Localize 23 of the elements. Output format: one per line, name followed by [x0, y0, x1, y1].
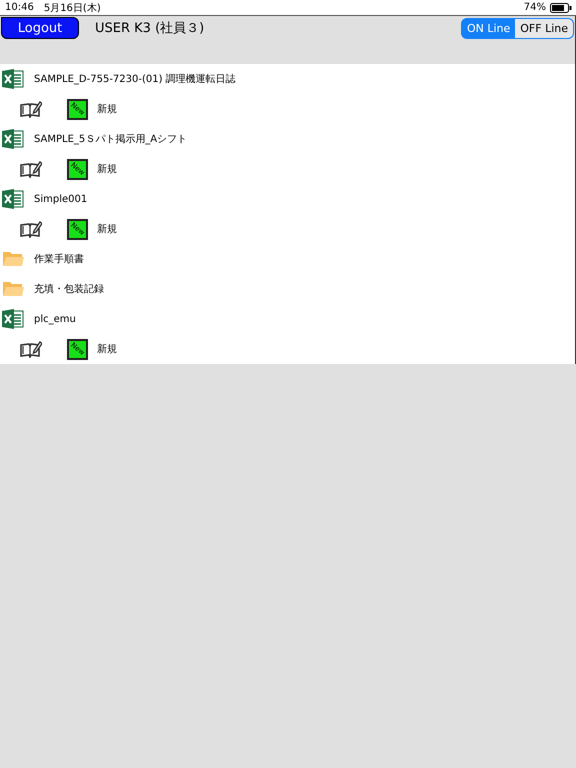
battery-percent: 74%	[524, 2, 546, 13]
book-pencil-icon[interactable]	[20, 160, 42, 178]
item-name[interactable]: SAMPLE_D-755-7230-(01) 調理機運転日誌	[34, 72, 236, 86]
book-pencil-icon[interactable]	[20, 220, 42, 238]
mode-tab[interactable]: OFF Line	[515, 18, 573, 38]
user-name: USER K3 (社員３)	[95, 20, 204, 37]
battery-icon	[550, 2, 572, 12]
new-label[interactable]: 新規	[97, 102, 117, 116]
item-name[interactable]: plc_emu	[34, 314, 76, 324]
new-label[interactable]: 新規	[97, 222, 117, 236]
logout-button[interactable]: Logout	[1, 17, 79, 39]
item-name[interactable]: Simple001	[34, 194, 88, 204]
new-label[interactable]: 新規	[97, 342, 117, 356]
status-date: 5月16日(木)	[44, 2, 101, 14]
folder-icon	[2, 250, 24, 268]
folder-icon	[2, 280, 24, 298]
item-name[interactable]: 作業手順書	[34, 252, 84, 266]
item-name[interactable]: 充填・包装記録	[34, 282, 104, 296]
new-label[interactable]: 新規	[97, 162, 117, 176]
item-name[interactable]: SAMPLE_5Ｓパト掲示用_Aシフト	[34, 132, 188, 146]
book-pencil-icon[interactable]	[20, 340, 42, 358]
status-time: 10:46	[5, 2, 34, 13]
book-pencil-icon[interactable]	[20, 100, 42, 118]
